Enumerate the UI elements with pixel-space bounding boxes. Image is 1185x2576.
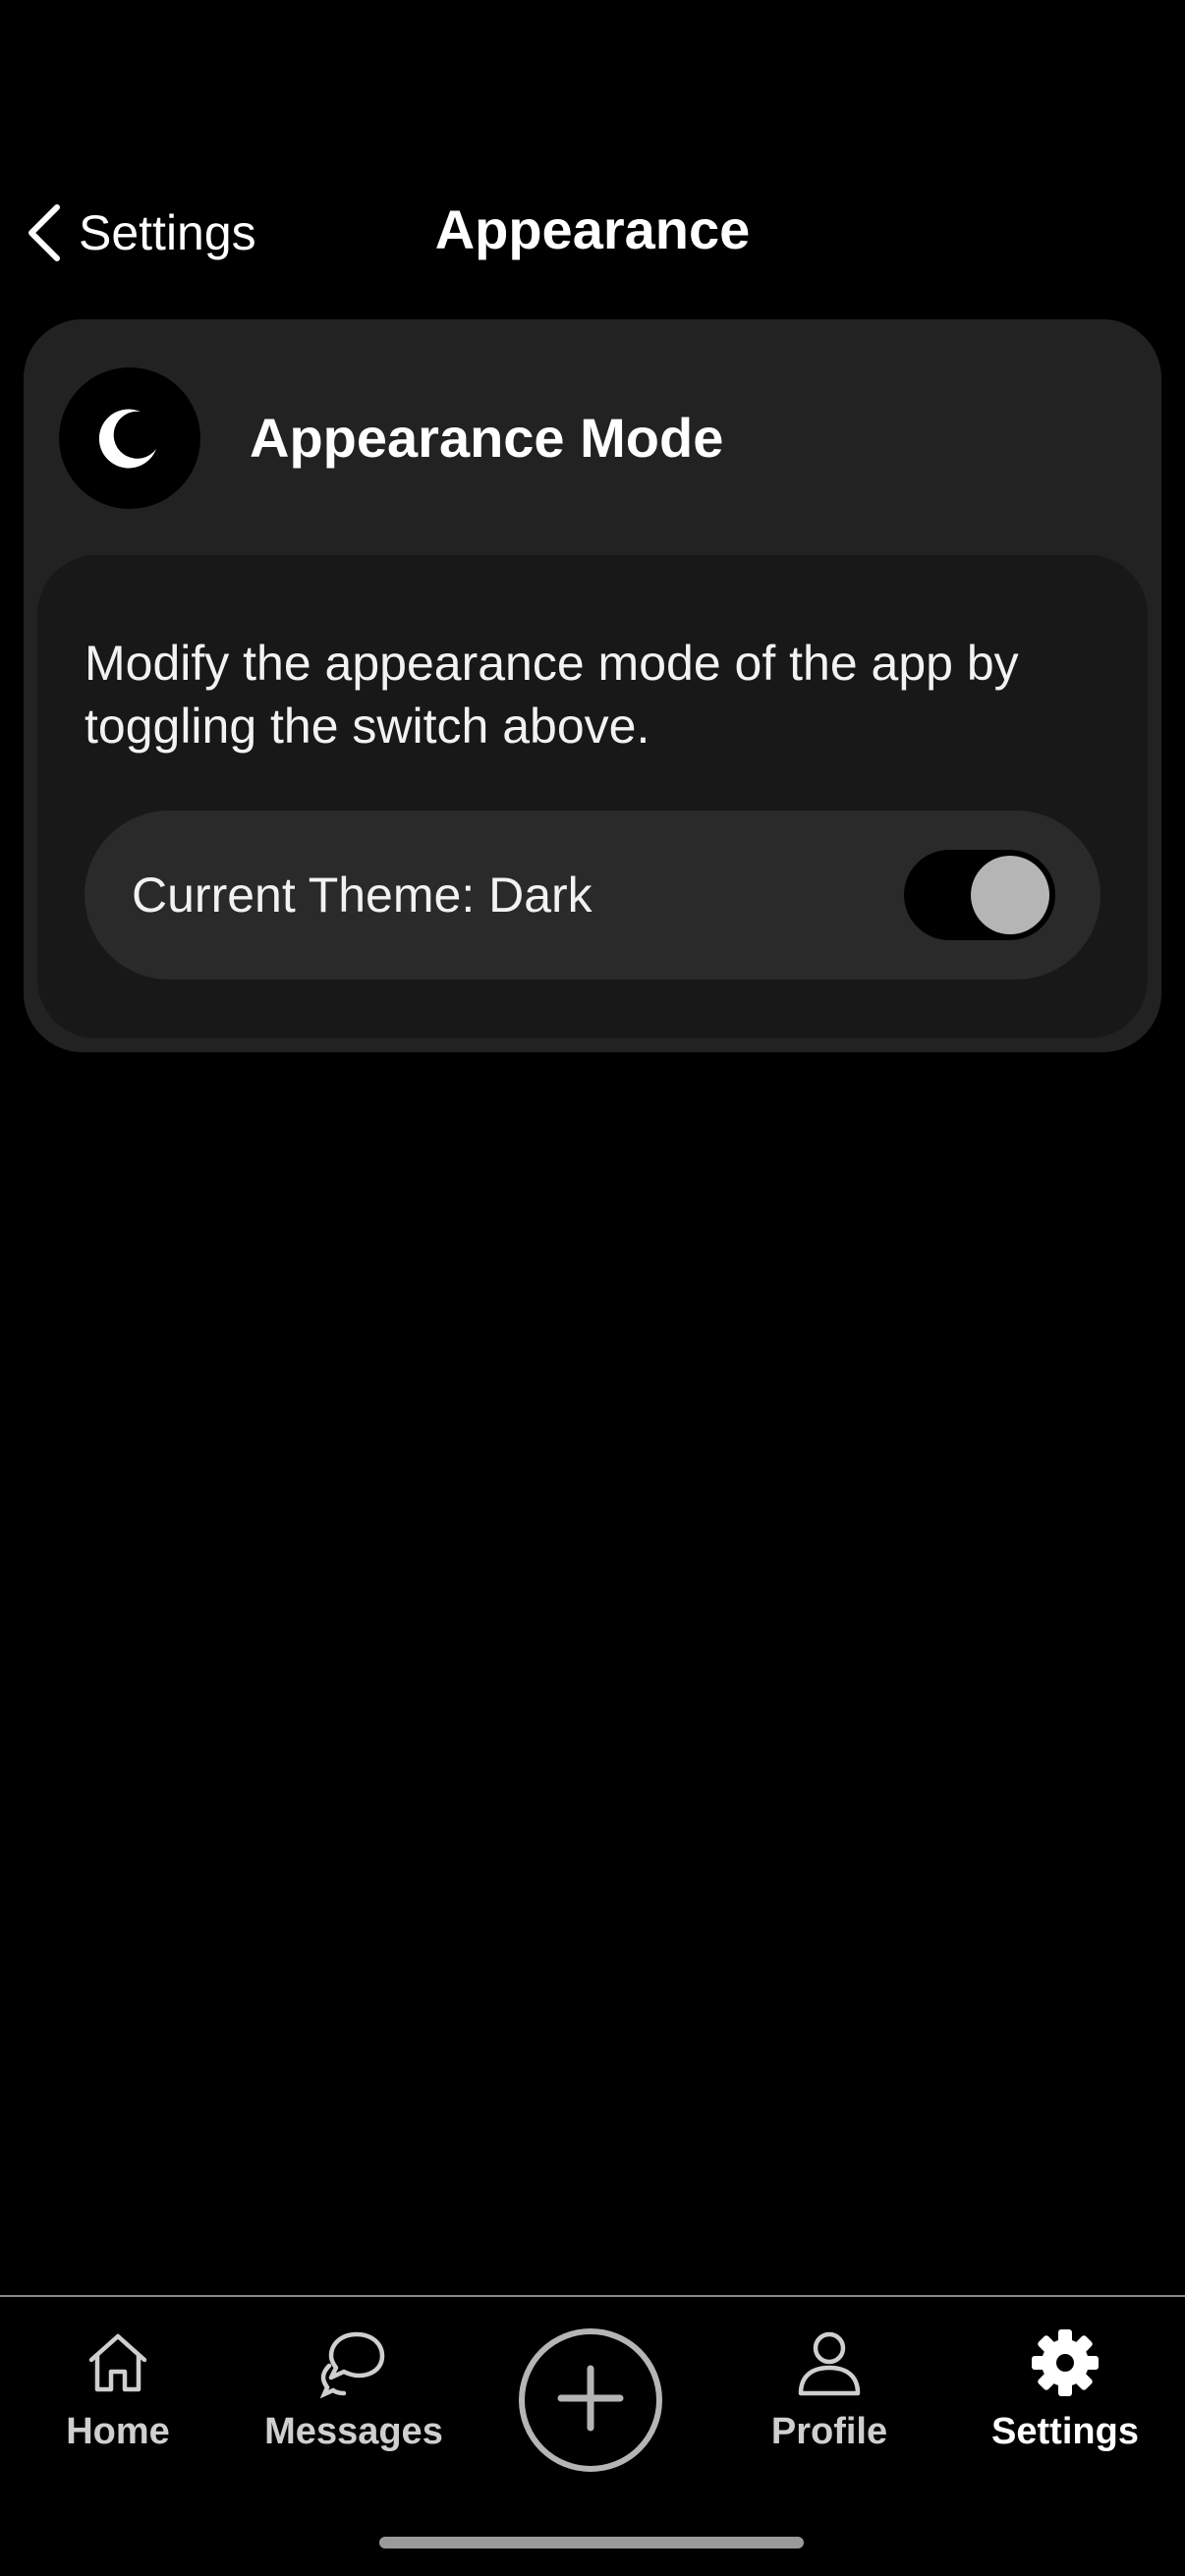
card-title: Appearance Mode: [250, 407, 724, 469]
plus-icon: [551, 2359, 630, 2442]
home-indicator: [379, 2537, 804, 2548]
theme-toggle[interactable]: [904, 850, 1055, 940]
tab-messages-label: Messages: [264, 2411, 443, 2452]
add-button[interactable]: [519, 2328, 662, 2472]
home-icon: [82, 2326, 154, 2399]
tab-profile[interactable]: Profile: [731, 2326, 928, 2453]
chat-bubbles-icon: [317, 2326, 390, 2399]
tab-settings[interactable]: Settings: [967, 2326, 1163, 2453]
tab-profile-label: Profile: [770, 2411, 888, 2452]
tab-home-label: Home: [66, 2411, 170, 2452]
moon-icon: [59, 366, 200, 509]
card-header: Appearance Mode: [59, 366, 723, 509]
theme-label: Current Theme: Dark: [132, 868, 592, 923]
bottom-tab-bar: Home Messages Profile Settings: [0, 2295, 1185, 2576]
screen: Settings Appearance Appearance Mode Modi…: [0, 0, 1185, 2576]
person-icon: [793, 2326, 866, 2399]
page-title: Appearance: [434, 198, 751, 260]
theme-row: Current Theme: Dark: [85, 811, 1100, 980]
tab-home[interactable]: Home: [20, 2326, 216, 2453]
description-text: Modify the appearance mode of the app by…: [85, 636, 1019, 754]
tab-settings-label: Settings: [991, 2411, 1139, 2452]
gear-icon: [1029, 2326, 1101, 2399]
toggle-knob: [971, 856, 1049, 934]
appearance-card: Appearance Mode Modify the appearance mo…: [24, 319, 1161, 1052]
appearance-settings-panel: Modify the appearance mode of the app by…: [37, 555, 1148, 1038]
tab-messages[interactable]: Messages: [255, 2326, 452, 2453]
nav-header: Settings Appearance: [0, 187, 1185, 275]
